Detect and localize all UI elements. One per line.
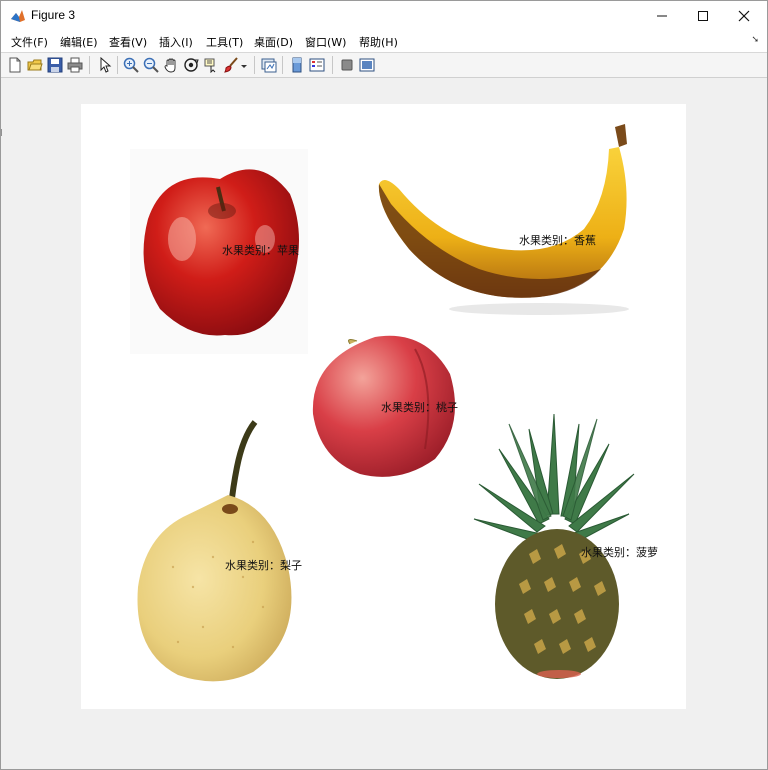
- zoom-in-icon[interactable]: [122, 56, 140, 74]
- data-cursor-icon[interactable]: [202, 56, 220, 74]
- minimize-icon: [657, 15, 667, 17]
- banana-image: [378, 124, 629, 315]
- label-pear: 水果类别：梨子: [225, 559, 302, 572]
- open-file-icon[interactable]: [26, 56, 44, 74]
- insert-legend-icon[interactable]: [308, 56, 326, 74]
- menu-edit[interactable]: 编辑(E): [60, 34, 98, 50]
- menu-help[interactable]: 帮助(H): [359, 34, 398, 50]
- insert-colorbar-icon[interactable]: [288, 56, 306, 74]
- window-title: Figure 3: [31, 8, 76, 22]
- menu-window[interactable]: 窗口(W): [305, 34, 346, 50]
- pan-hand-icon[interactable]: [162, 56, 180, 74]
- toolbar-separator: [254, 56, 255, 74]
- figure-toolbar: [1, 53, 767, 78]
- label-peach: 水果类别：桃子: [381, 401, 458, 414]
- label-apple: 水果类别：苹果: [222, 244, 299, 257]
- brush-icon[interactable]: [222, 56, 240, 74]
- menu-view[interactable]: 查看(V): [109, 34, 147, 50]
- figure-window: Figure 3 文件(F) 编辑(E) 查看(V) 插入(I) 工具(T) 桌…: [0, 0, 768, 770]
- hide-plot-tools-icon[interactable]: [338, 56, 356, 74]
- rotate-3d-icon[interactable]: [182, 56, 200, 74]
- show-plot-tools-icon[interactable]: [358, 56, 376, 74]
- menu-desktop[interactable]: 桌面(D): [254, 34, 293, 50]
- matlab-app-icon: [10, 8, 26, 24]
- link-plot-icon[interactable]: [260, 56, 278, 74]
- menu-tools[interactable]: 工具(T): [206, 34, 243, 50]
- save-icon[interactable]: [46, 56, 64, 74]
- title-bar: Figure 3: [1, 1, 767, 31]
- dock-arrow-icon[interactable]: ➘: [751, 35, 759, 45]
- menu-insert[interactable]: 插入(I): [159, 34, 193, 50]
- minimize-button[interactable]: [639, 1, 685, 31]
- print-icon[interactable]: [66, 56, 84, 74]
- menu-bar: 文件(F) 编辑(E) 查看(V) 插入(I) 工具(T) 桌面(D) 窗口(W…: [1, 31, 767, 53]
- zoom-out-icon[interactable]: [142, 56, 160, 74]
- image-axes[interactable]: 水果类别：苹果 水果类别：香蕉 水果类别：桃子 水果类别：梨子 水果类别：菠萝: [81, 104, 686, 709]
- select-arrow-icon[interactable]: [96, 56, 114, 74]
- label-banana: 水果类别：香蕉: [519, 234, 596, 247]
- maximize-button[interactable]: [680, 1, 726, 31]
- figure-canvas: 水果类别：苹果 水果类别：香蕉 水果类别：桃子 水果类别：梨子 水果类别：菠萝: [2, 78, 766, 768]
- pineapple-image: [473, 413, 635, 679]
- toolbar-separator: [117, 56, 118, 74]
- toolbar-separator: [332, 56, 333, 74]
- pear-image: [137, 420, 292, 682]
- menu-file[interactable]: 文件(F): [11, 34, 48, 50]
- close-icon: [738, 10, 750, 22]
- maximize-icon: [698, 11, 708, 21]
- label-pineapple: 水果类别：菠萝: [581, 546, 658, 559]
- new-figure-icon[interactable]: [6, 56, 24, 74]
- brush-dropdown-icon[interactable]: [239, 56, 249, 74]
- toolbar-separator: [282, 56, 283, 74]
- close-button[interactable]: [721, 1, 767, 31]
- toolbar-separator: [89, 56, 90, 74]
